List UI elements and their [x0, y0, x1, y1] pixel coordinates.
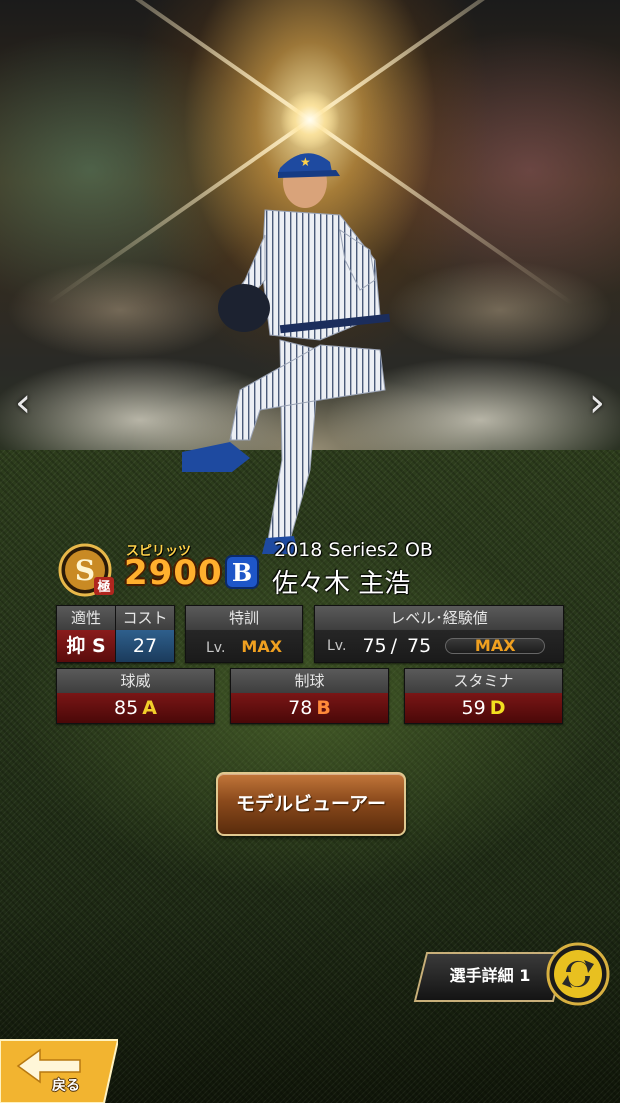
velocity-label: 球威 — [57, 669, 214, 693]
aptitude-column: 適性 抑 S — [57, 606, 115, 662]
swap-icon[interactable] — [546, 942, 610, 1006]
pitcher-illustration: ★ — [182, 153, 391, 554]
level-exp-panel: レベル･経験値 Lv. 75 / 75 MAX — [314, 605, 564, 663]
team-logo: B — [225, 555, 259, 589]
cost-column: コスト 27 — [115, 606, 174, 662]
series-label: 2018 Series2 OB — [274, 539, 433, 561]
level-body: Lv. 75 / 75 MAX — [315, 630, 563, 662]
stamina-stat: スタミナ 59 D — [404, 668, 563, 724]
control-stat: 制球 78 B — [230, 668, 389, 724]
cost-value: 27 — [116, 630, 174, 662]
next-player-arrow[interactable]: › — [582, 378, 612, 428]
player-detail-label[interactable]: 選手詳細 1 — [430, 962, 550, 986]
training-body: Lv. MAX — [186, 630, 302, 662]
velocity-grade: A — [142, 697, 157, 719]
level-current: 75 — [362, 635, 387, 657]
level-header: レベル･経験値 — [315, 606, 563, 630]
control-grade: B — [316, 697, 331, 719]
stamina-body: 59 D — [405, 693, 562, 723]
prev-player-arrow[interactable]: ‹ — [8, 378, 38, 428]
stamina-label: スタミナ — [405, 669, 562, 693]
control-body: 78 B — [231, 693, 388, 723]
velocity-body: 85 A — [57, 693, 214, 723]
control-label: 制球 — [231, 669, 388, 693]
exp-bar: MAX — [445, 636, 546, 655]
rank-sub-label: 極 — [96, 579, 110, 595]
training-panel: 特訓 Lv. MAX — [185, 605, 303, 663]
aptitude-cost-panel: 適性 抑 S コスト 27 — [56, 605, 175, 663]
level-max: 75 — [407, 635, 432, 657]
training-lv-prefix: Lv. — [205, 640, 226, 656]
aptitude-header: 適性 — [57, 606, 115, 630]
team-logo-letter: B — [232, 558, 252, 587]
cost-header: コスト — [116, 606, 174, 630]
spirits-value: 2900 — [124, 553, 223, 593]
stamina-grade: D — [489, 697, 506, 719]
training-value: MAX — [241, 637, 283, 656]
aptitude-value: 抑 S — [57, 630, 115, 662]
velocity-stat: 球威 85 A — [56, 668, 215, 724]
player-name: 佐々木 主浩 — [272, 569, 411, 599]
exp-bar-text: MAX — [474, 636, 516, 655]
level-lv-prefix: Lv. — [327, 638, 347, 654]
stamina-value: 59 — [461, 697, 486, 719]
back-button-label[interactable]: 戻る — [52, 1075, 80, 1095]
rank-badge: S 極 — [58, 543, 114, 597]
velocity-value: 85 — [114, 697, 139, 719]
svg-text:★: ★ — [300, 155, 311, 169]
model-viewer-button[interactable]: モデルビューアー — [216, 772, 406, 836]
control-value: 78 — [288, 697, 313, 719]
rank-letter: S — [75, 554, 95, 587]
training-header: 特訓 — [186, 606, 302, 630]
level-separator: / — [390, 635, 398, 657]
